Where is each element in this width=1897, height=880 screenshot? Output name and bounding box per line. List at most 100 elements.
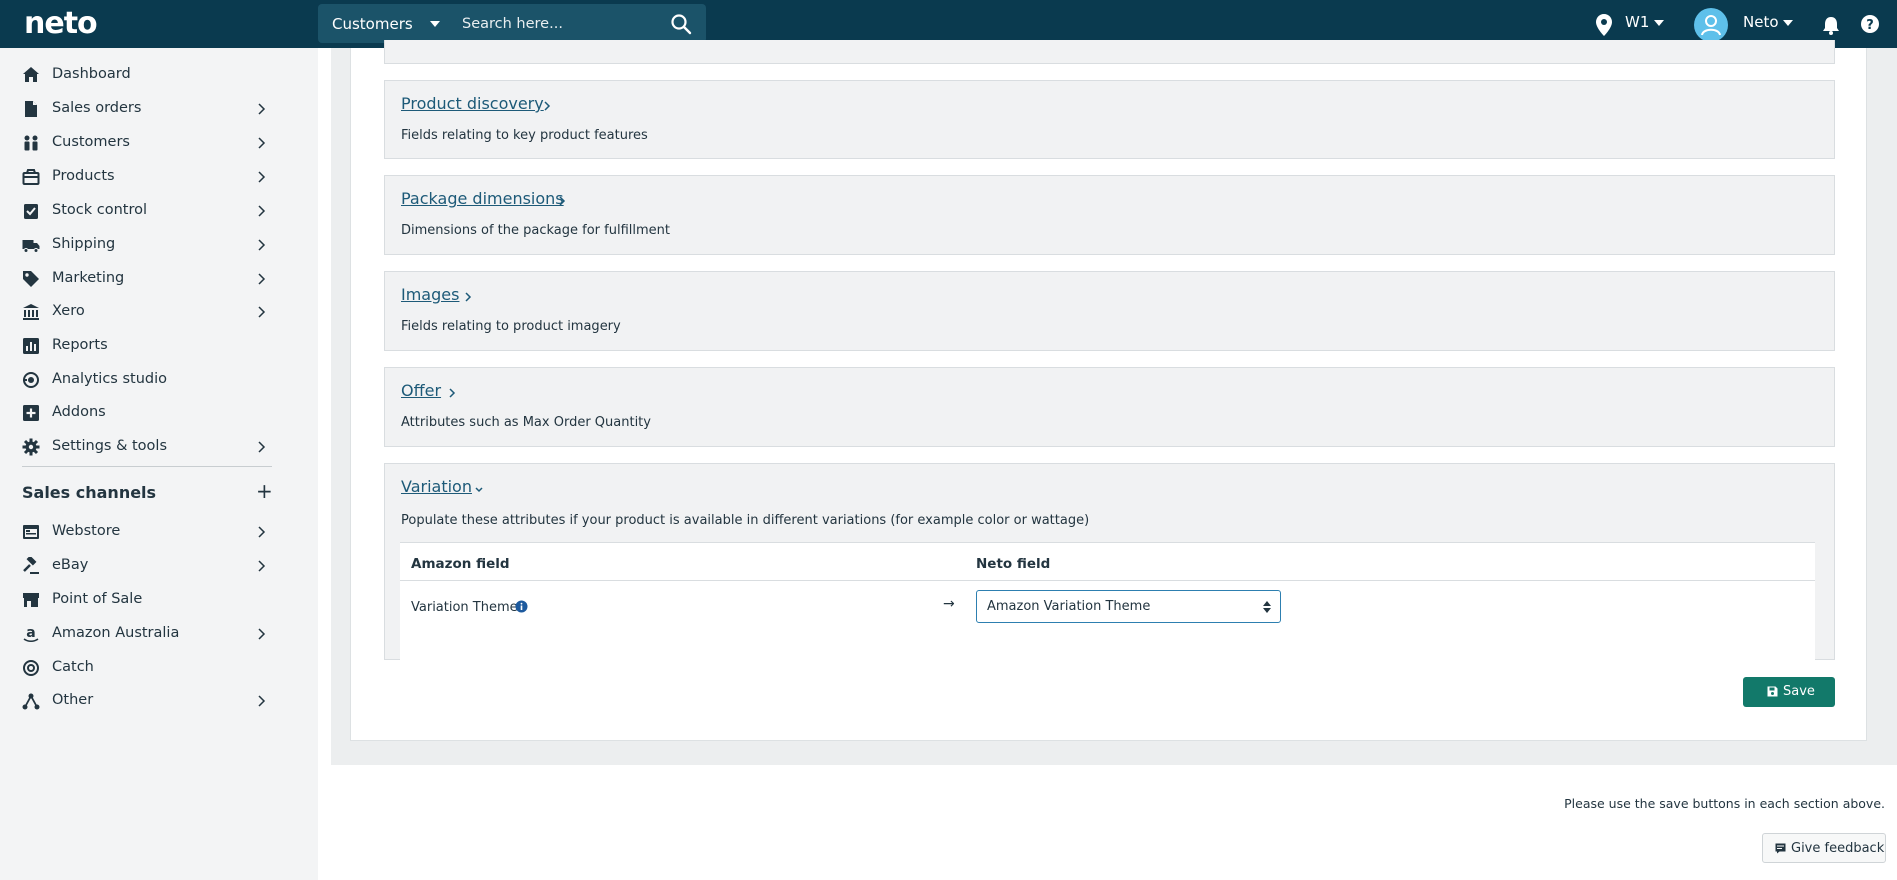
sidebar-item-other[interactable]: Other	[0, 686, 290, 716]
sidebar-item-label: Shipping	[52, 236, 116, 252]
sidebar-item-label: Xero	[52, 303, 85, 319]
sidebar-item-label: Dashboard	[52, 66, 131, 82]
chevron-right-icon	[258, 273, 266, 285]
truck-icon	[22, 240, 40, 253]
people-icon	[24, 135, 38, 151]
table-divider	[400, 580, 1815, 581]
bell-icon[interactable]	[1820, 14, 1842, 36]
user-icon	[1701, 15, 1721, 36]
chevron-right-icon[interactable]	[542, 100, 552, 112]
sidebar-item-label: Amazon Australia	[52, 625, 180, 641]
chevron-right-icon	[258, 695, 266, 707]
chevron-right-icon	[258, 441, 266, 453]
neto-logo[interactable]: neto	[24, 6, 98, 41]
location-pin-icon[interactable]	[1594, 13, 1614, 37]
caret-down-icon[interactable]	[430, 21, 440, 27]
give-feedback-button[interactable]: Give feedback	[1762, 833, 1886, 863]
section-title-product-discovery[interactable]: Product discovery	[401, 94, 544, 113]
floppy-disk-icon	[1767, 686, 1778, 697]
section-description: Fields relating to product imagery	[401, 319, 621, 334]
search-scope-dropdown[interactable]: Customers	[332, 15, 413, 33]
chevron-right-icon	[258, 137, 266, 149]
gavel-icon	[23, 557, 39, 574]
help-icon[interactable]: ?	[1860, 14, 1880, 34]
sidebar-item-marketing[interactable]: Marketing	[0, 264, 290, 294]
field-mapping-table: Amazon field Neto field Variation Theme …	[400, 542, 1815, 660]
location-selector[interactable]: W1	[1625, 13, 1649, 31]
sidebar-item-label: Customers	[52, 134, 130, 150]
info-icon[interactable]	[515, 600, 528, 613]
sidebar-item-addons[interactable]: Addons	[0, 398, 290, 428]
section-description: Attributes such as Max Order Quantity	[401, 415, 651, 430]
sidebar-item-webstore[interactable]: Webstore	[0, 517, 290, 547]
section-panel-package-dimensions: Package dimensions Dimensions of the pac…	[384, 175, 1835, 255]
sidebar-item-customers[interactable]: Customers	[0, 128, 290, 158]
webstore-icon	[23, 525, 39, 539]
network-icon	[22, 693, 40, 710]
sidebar: Dashboard Sales orders Customers Product…	[0, 48, 318, 880]
sidebar-item-dashboard[interactable]: Dashboard	[0, 60, 290, 90]
sidebar-item-label: Marketing	[52, 270, 125, 286]
store-icon	[23, 593, 39, 607]
save-hint-text: Please use the save buttons in each sect…	[1564, 796, 1885, 811]
sidebar-divider	[22, 466, 272, 467]
chevron-right-icon	[258, 560, 266, 572]
save-button-label: Save	[1783, 684, 1815, 699]
sidebar-item-label: Point of Sale	[52, 591, 143, 607]
sidebar-item-settings-tools[interactable]: Settings & tools	[0, 432, 290, 462]
chevron-down-icon[interactable]	[474, 484, 484, 496]
sidebar-item-stock-control[interactable]: Stock control	[0, 196, 290, 226]
sidebar-item-sales-orders[interactable]: Sales orders	[0, 94, 290, 124]
svg-text:?: ?	[1866, 18, 1874, 33]
user-avatar[interactable]	[1694, 8, 1728, 42]
plus-square-icon	[23, 405, 39, 421]
mapping-arrow: →	[943, 596, 955, 612]
neto-field-selected-value: Amazon Variation Theme	[987, 599, 1151, 614]
sidebar-item-label: Other	[52, 692, 94, 708]
sidebar-item-label: Stock control	[52, 202, 148, 218]
caret-down-icon[interactable]	[1783, 20, 1793, 26]
caret-down-icon[interactable]	[1654, 20, 1664, 26]
chevron-right-icon	[258, 103, 266, 115]
user-menu[interactable]: Neto	[1743, 13, 1779, 31]
section-description: Fields relating to key product features	[401, 128, 648, 143]
chevron-right-icon[interactable]	[447, 387, 457, 399]
sidebar-item-point-of-sale[interactable]: Point of Sale	[0, 585, 290, 615]
home-icon	[23, 67, 39, 82]
section-title-package-dimensions[interactable]: Package dimensions	[401, 189, 564, 208]
section-title-images[interactable]: Images	[401, 285, 459, 304]
neto-field-select[interactable]: Amazon Variation Theme	[976, 590, 1281, 623]
sales-channels-heading: Sales channels	[22, 483, 157, 502]
chevron-right-icon[interactable]	[463, 291, 473, 303]
sidebar-item-shipping[interactable]: Shipping	[0, 230, 290, 260]
chevron-right-icon[interactable]	[557, 195, 567, 207]
section-description: Populate these attributes if your produc…	[401, 513, 1090, 528]
search-icon[interactable]	[670, 13, 692, 35]
column-header-amazon-field: Amazon field	[411, 556, 510, 572]
give-feedback-label: Give feedback	[1791, 841, 1885, 856]
sidebar-item-amazon-australia[interactable]: a Amazon Australia	[0, 619, 290, 649]
gear-icon	[22, 438, 40, 456]
section-title-variation[interactable]: Variation	[401, 477, 472, 496]
sidebar-item-analytics-studio[interactable]: Analytics studio	[0, 365, 290, 395]
amazon-field-name: Variation Theme	[411, 600, 518, 615]
document-icon	[25, 101, 37, 117]
save-button[interactable]: Save	[1743, 677, 1835, 707]
sidebar-item-label: Webstore	[52, 523, 121, 539]
sidebar-item-ebay[interactable]: eBay	[0, 551, 290, 581]
search-input[interactable]	[462, 11, 652, 36]
sidebar-item-catch[interactable]: Catch	[0, 653, 290, 683]
chevron-right-icon	[258, 628, 266, 640]
section-panel-offer: Offer Attributes such as Max Order Quant…	[384, 367, 1835, 447]
analytics-icon	[23, 372, 39, 388]
sidebar-item-xero[interactable]: Xero	[0, 297, 290, 327]
sidebar-item-label: Sales orders	[52, 100, 142, 116]
chevron-right-icon	[258, 205, 266, 217]
add-sales-channel-button[interactable]: +	[256, 479, 273, 503]
bank-icon	[23, 304, 39, 320]
search-bar: Customers	[318, 4, 706, 43]
sidebar-item-products[interactable]: Products	[0, 162, 290, 192]
section-title-offer[interactable]: Offer	[401, 381, 441, 400]
sidebar-item-reports[interactable]: Reports	[0, 331, 290, 361]
sidebar-item-label: Catch	[52, 659, 94, 675]
